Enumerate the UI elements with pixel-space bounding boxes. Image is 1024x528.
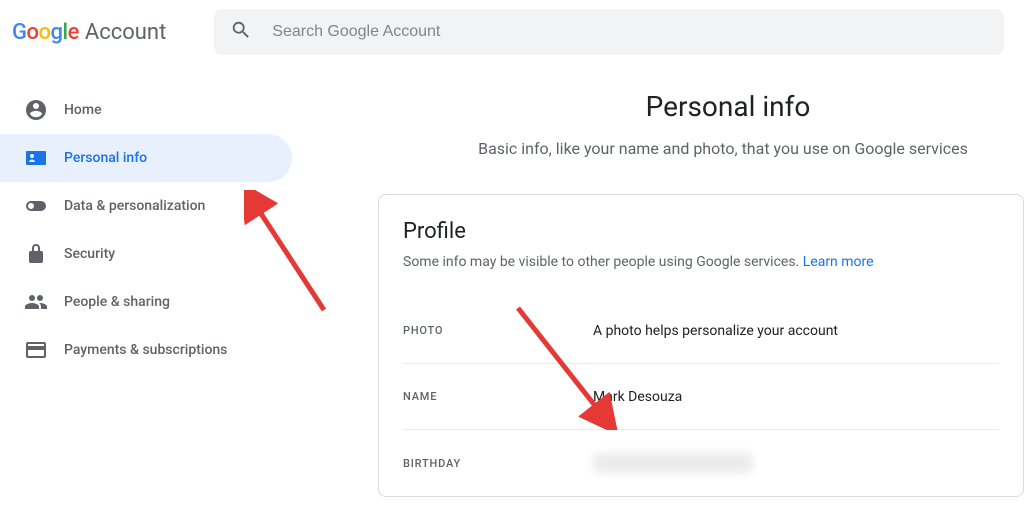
sidebar-item-label: Personal info xyxy=(64,150,147,166)
page-title: Personal info xyxy=(292,90,1024,123)
sidebar-item-label: People & sharing xyxy=(64,294,170,310)
sidebar-item-label: Payments & subscriptions xyxy=(64,342,227,358)
row-name[interactable]: NAME Mark Desouza xyxy=(403,364,999,430)
profile-card: Profile Some info may be visible to othe… xyxy=(378,194,1024,497)
id-card-icon xyxy=(24,146,48,170)
page-subtitle: Basic info, like your name and photo, th… xyxy=(292,139,1024,158)
card-description-text: Some info may be visible to other people… xyxy=(403,254,803,270)
row-value-blurred xyxy=(593,453,753,473)
card-title: Profile xyxy=(403,219,999,244)
sidebar-item-label: Security xyxy=(64,246,115,262)
search-input[interactable] xyxy=(272,23,988,41)
row-value: A photo helps personalize your account xyxy=(593,323,838,339)
sidebar-item-personal-info[interactable]: Personal info xyxy=(0,134,292,182)
user-circle-icon xyxy=(24,98,48,122)
people-icon xyxy=(24,290,48,314)
sidebar: Home Personal info Data & personalizatio… xyxy=(0,64,292,497)
logo-area: Google Account xyxy=(12,20,166,45)
header: Google Account xyxy=(0,0,1024,64)
sidebar-item-people-sharing[interactable]: People & sharing xyxy=(0,278,292,326)
row-photo[interactable]: PHOTO A photo helps personalize your acc… xyxy=(403,298,999,364)
product-name: Account xyxy=(85,20,166,45)
search-icon xyxy=(230,19,272,45)
sidebar-item-payments[interactable]: Payments & subscriptions xyxy=(0,326,292,374)
sidebar-item-label: Data & personalization xyxy=(64,198,205,214)
card-description: Some info may be visible to other people… xyxy=(403,254,999,270)
lock-icon xyxy=(24,242,48,266)
google-logo: Google xyxy=(12,20,79,45)
row-label: NAME xyxy=(403,390,593,403)
sidebar-item-data-personalization[interactable]: Data & personalization xyxy=(0,182,292,230)
row-birthday[interactable]: BIRTHDAY xyxy=(403,430,999,496)
row-value: Mark Desouza xyxy=(593,389,682,405)
row-label: BIRTHDAY xyxy=(403,457,593,470)
main-content: Personal info Basic info, like your name… xyxy=(292,64,1024,497)
row-label: PHOTO xyxy=(403,324,593,337)
learn-more-link[interactable]: Learn more xyxy=(803,254,874,270)
search-box[interactable] xyxy=(214,9,1004,55)
sidebar-item-home[interactable]: Home xyxy=(0,86,292,134)
card-icon xyxy=(24,338,48,362)
sidebar-item-security[interactable]: Security xyxy=(0,230,292,278)
sidebar-item-label: Home xyxy=(64,102,102,118)
toggle-icon xyxy=(24,194,48,218)
